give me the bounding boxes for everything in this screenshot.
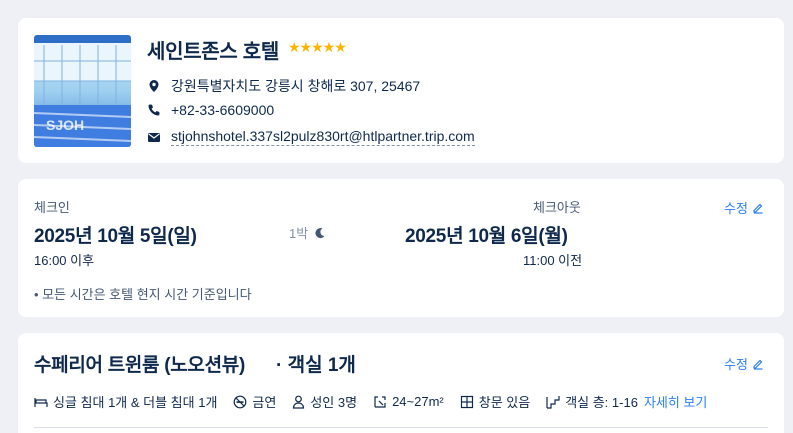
amenity-guests: 성인 3명 xyxy=(292,392,357,411)
bed-icon xyxy=(34,397,48,407)
hotel-phone[interactable]: +82-33-6609000 xyxy=(171,102,274,118)
room-name: 수페리어 트윈룸 (노오션뷰) xyxy=(34,355,245,376)
room-details-link[interactable]: 자세히 보기 xyxy=(644,392,707,411)
room-amenities: 싱글 침대 1개 & 더블 침대 1개 금연 성인 3명 24~27m² 창문 … xyxy=(34,392,707,411)
address-row: 강원특별자치도 강릉시 창해로 307, 25467 xyxy=(147,76,420,96)
amenity-guests-label: 성인 3명 xyxy=(310,395,358,410)
no-smoking-icon xyxy=(234,395,247,408)
timezone-note: • 모든 시간은 호텔 현지 시간 기준입니다 xyxy=(34,287,252,302)
edit-dates-label: 수정 xyxy=(724,201,748,216)
divider xyxy=(34,427,768,428)
checkout-label: 체크아웃 xyxy=(533,200,581,215)
checkin-label: 체크인 xyxy=(34,200,70,215)
hotel-email[interactable]: stjohnshotel.337sl2pulz830rt@htlpartner.… xyxy=(171,128,475,146)
stairs-icon xyxy=(546,395,560,409)
hotel-address: 강원특별자치도 강릉시 창해로 307, 25467 xyxy=(171,78,421,94)
amenity-floor: 객실 층: 1-16 xyxy=(546,392,638,411)
checkout-time: 11:00 이전 xyxy=(523,253,583,268)
amenity-smoking-label: 금연 xyxy=(252,395,277,410)
room-count: · 객실 1개 xyxy=(276,355,356,376)
nights-label: 1박 xyxy=(289,226,309,241)
amenity-smoking: 금연 xyxy=(233,392,276,411)
amenity-size-label: 24~27m² xyxy=(392,394,444,409)
nights-count: 1박 xyxy=(289,223,326,242)
hotel-photo[interactable]: SJOH xyxy=(34,35,131,147)
room-card: 수페리어 트윈룸 (노오션뷰) · 객실 1개 수정 싱글 침대 1개 & 더블… xyxy=(18,333,784,433)
mail-icon xyxy=(147,130,161,144)
hotel-card: SJOH 세인트존스 호텔 ★★★★★ 강원특별자치도 강릉시 창해로 307,… xyxy=(18,18,784,163)
pencil-icon xyxy=(752,202,764,214)
room-size-icon xyxy=(374,395,386,408)
phone-icon xyxy=(147,103,161,117)
edit-room-label: 수정 xyxy=(724,357,748,372)
checkin-time: 16:00 이후 xyxy=(34,253,95,268)
window-icon xyxy=(460,395,473,408)
stay-dates-card: 체크인 체크아웃 수정 2025년 10월 5일(일) 1박 2025년 10월… xyxy=(18,179,784,317)
amenity-window: 창문 있음 xyxy=(460,392,530,411)
email-row: stjohnshotel.337sl2pulz830rt@htlpartner.… xyxy=(147,128,475,146)
edit-dates-button[interactable]: 수정 xyxy=(724,198,764,217)
amenity-beds: 싱글 침대 1개 & 더블 침대 1개 xyxy=(34,392,217,411)
amenity-beds-label: 싱글 침대 1개 & 더블 침대 1개 xyxy=(53,395,218,410)
amenity-floor-label: 객실 층: 1-16 xyxy=(565,395,638,410)
checkout-date: 2025년 10월 6일(월) xyxy=(405,226,568,247)
person-icon xyxy=(293,395,305,409)
edit-room-button[interactable]: 수정 xyxy=(724,354,764,373)
moon-icon xyxy=(314,227,326,239)
star-rating: ★★★★★ xyxy=(288,39,347,55)
phone-row: +82-33-6609000 xyxy=(147,102,274,118)
amenity-size: 24~27m² xyxy=(373,394,444,409)
hotel-name: 세인트존스 호텔 xyxy=(147,41,279,63)
amenity-window-label: 창문 있음 xyxy=(478,395,531,410)
svg-text:SJOH: SJOH xyxy=(46,117,84,133)
location-pin-icon xyxy=(147,79,161,93)
pencil-icon xyxy=(752,358,764,370)
checkin-date: 2025년 10월 5일(일) xyxy=(34,226,197,247)
